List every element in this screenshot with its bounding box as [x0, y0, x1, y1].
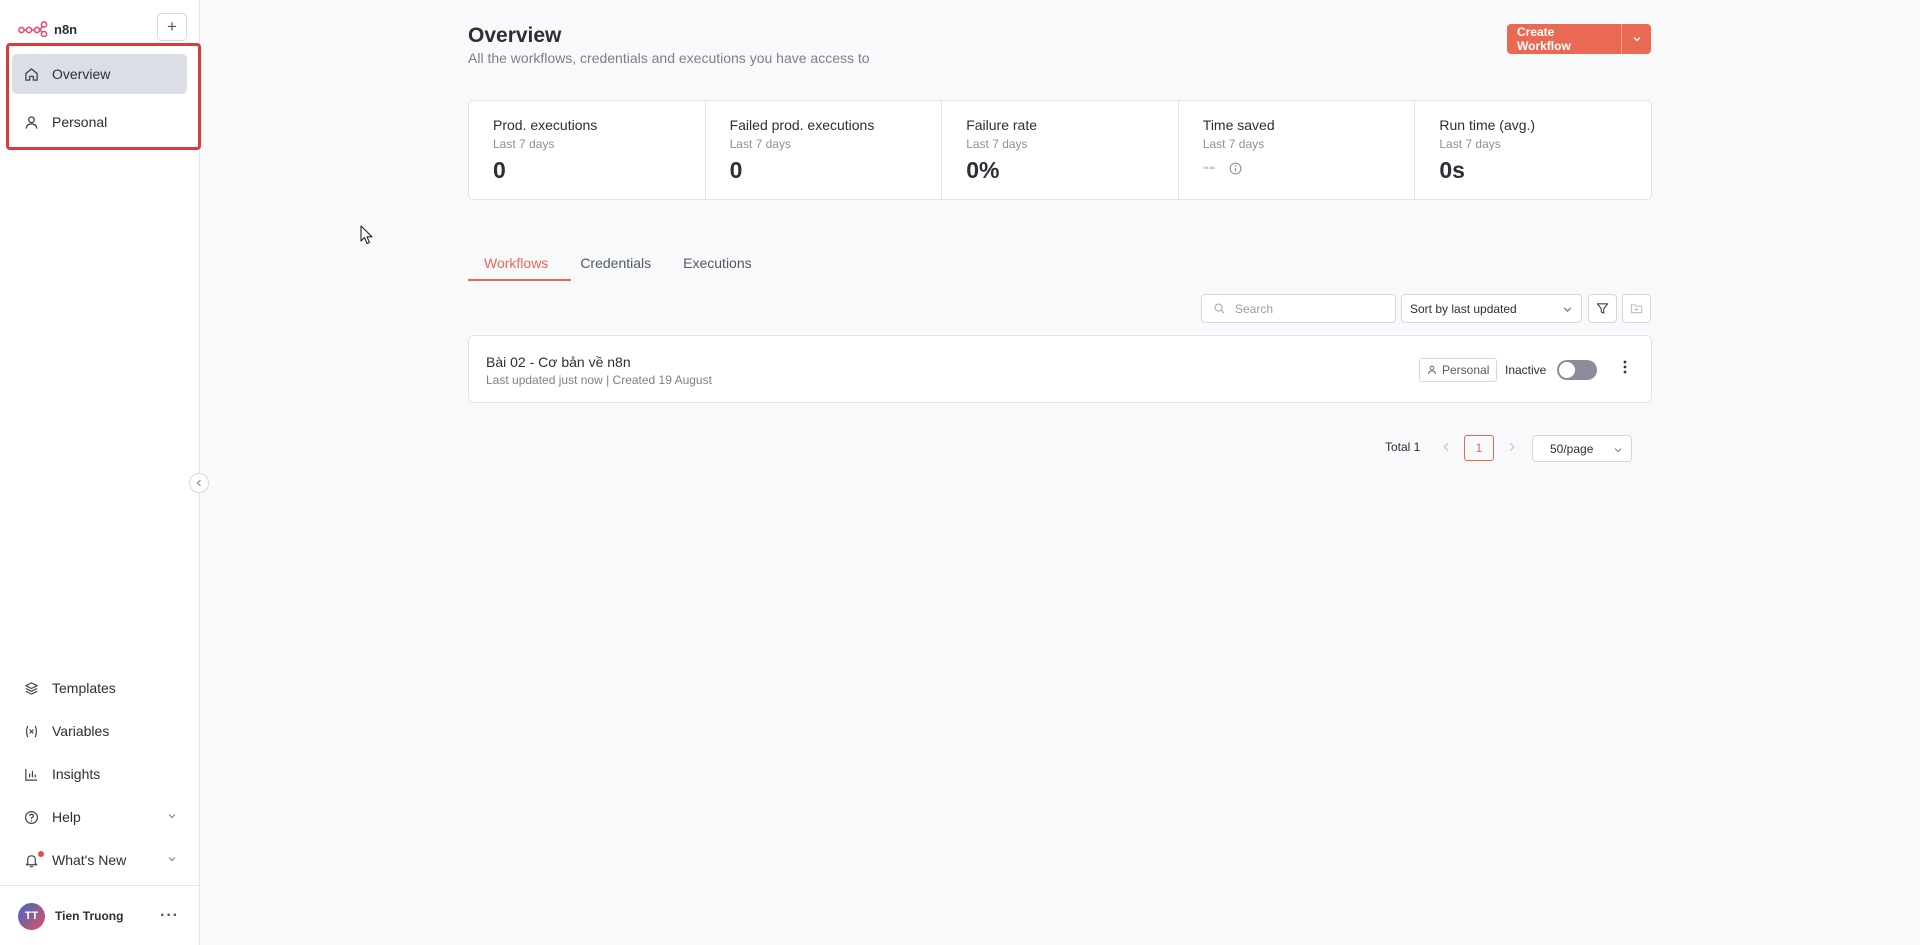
- collapse-sidebar-button[interactable]: [189, 473, 209, 493]
- filter-icon: [1596, 303, 1609, 314]
- stat-period: Last 7 days: [1439, 137, 1501, 151]
- user-menu[interactable]: TT Tien Truong: [18, 902, 123, 930]
- n8n-logo-icon: [18, 21, 48, 37]
- workflow-card[interactable]: Bài 02 - Cơ bản về n8n Last updated just…: [468, 335, 1652, 403]
- chevron-down-icon: [168, 857, 176, 862]
- create-options-dropdown[interactable]: [1621, 24, 1651, 54]
- stat-period: Last 7 days: [966, 137, 1028, 151]
- user-more-button[interactable]: ···: [160, 907, 179, 925]
- sidebar-item-label: Help: [52, 809, 81, 825]
- search-input[interactable]: Search: [1201, 294, 1396, 323]
- create-folder-button[interactable]: [1622, 294, 1651, 323]
- more-vertical-icon[interactable]: [1622, 359, 1628, 375]
- sidebar-item-whats-new[interactable]: What's New: [12, 842, 187, 878]
- help-circle-icon: [24, 810, 39, 824]
- overview-tabs: Workflows Credentials Executions: [468, 255, 768, 281]
- chevron-down-icon: [1633, 37, 1640, 42]
- stat-period: Last 7 days: [493, 137, 555, 151]
- stat-label: Prod. executions: [493, 117, 598, 133]
- bell-icon: [25, 854, 38, 867]
- tab-credentials[interactable]: Credentials: [564, 255, 667, 281]
- page-size-select[interactable]: 50/page: [1532, 435, 1632, 462]
- stat-value: --: [1202, 157, 1216, 178]
- stat-time-saved[interactable]: Time saved Last 7 days --: [1179, 101, 1416, 199]
- workflow-meta: Last updated just now | Created 19 Augus…: [486, 373, 712, 387]
- stat-value: 0s: [1439, 157, 1465, 183]
- create-workflow-button-group: Create Workflow: [1507, 24, 1651, 54]
- sidebar-item-variables[interactable]: Variables: [12, 713, 187, 749]
- sidebar-item-label: Variables: [52, 723, 110, 739]
- chevron-left-icon[interactable]: [1440, 441, 1452, 453]
- stat-period: Last 7 days: [729, 137, 791, 151]
- page-size-value: 50/page: [1550, 441, 1594, 456]
- bar-chart-icon: [25, 768, 38, 781]
- owner-badge-label: Personal: [1442, 363, 1490, 377]
- page-title: Overview: [468, 24, 562, 47]
- stat-label: Time saved: [1202, 117, 1275, 133]
- toggle-knob: [1559, 362, 1575, 378]
- stat-label: Failure rate: [966, 117, 1037, 133]
- sidebar-footer-divider: [0, 885, 199, 886]
- page-subtitle: All the workflows, credentials and execu…: [468, 50, 870, 66]
- tab-executions[interactable]: Executions: [667, 255, 767, 281]
- info-icon[interactable]: [1229, 162, 1242, 175]
- home-icon: [25, 67, 38, 81]
- sidebar-item-label: Insights: [52, 766, 101, 782]
- folder-plus-icon: [1630, 304, 1643, 314]
- sort-value: Sort by last updated: [1410, 301, 1517, 316]
- stat-label: Failed prod. executions: [729, 117, 875, 133]
- stat-prod-executions[interactable]: Prod. executions Last 7 days 0: [469, 101, 706, 199]
- sidebar-item-templates[interactable]: Templates: [12, 670, 187, 706]
- tab-workflows[interactable]: Workflows: [468, 255, 564, 281]
- workflow-status-label: Inactive: [1505, 363, 1547, 377]
- variable-icon: [25, 725, 38, 737]
- search-placeholder: Search: [1235, 301, 1274, 316]
- sidebar-item-label: What's New: [52, 852, 127, 868]
- stat-value: 0%: [966, 157, 1000, 183]
- stat-failed-prod-executions[interactable]: Failed prod. executions Last 7 days 0: [706, 101, 943, 199]
- stat-value: 0: [729, 157, 743, 183]
- chevron-down-icon: [1563, 307, 1572, 313]
- chevron-left-icon: [196, 479, 201, 487]
- stat-value-row: --: [1203, 157, 1415, 179]
- add-button[interactable]: +: [157, 13, 187, 41]
- active-tab-indicator: [468, 279, 571, 281]
- chevron-down-icon: [168, 814, 176, 819]
- notification-dot: [38, 851, 44, 857]
- app-brand-name: n8n: [54, 21, 78, 37]
- chevron-down-icon: [1614, 448, 1622, 453]
- avatar: TT: [18, 902, 45, 930]
- sidebar-item-help[interactable]: Help: [12, 799, 187, 835]
- mouse-cursor-icon: [360, 225, 373, 245]
- sidebar-item-label: Personal: [52, 114, 108, 130]
- user-icon: [1428, 365, 1436, 375]
- stat-period: Last 7 days: [1202, 137, 1265, 151]
- sidebar-item-overview[interactable]: Overview: [12, 54, 187, 94]
- workflow-active-toggle[interactable]: [1557, 360, 1597, 380]
- user-icon: [25, 115, 38, 129]
- insights-summary: Prod. executions Last 7 days 0 Failed pr…: [468, 100, 1652, 200]
- stat-run-time-avg[interactable]: Run time (avg.) Last 7 days 0s: [1415, 101, 1651, 199]
- filter-button[interactable]: [1588, 294, 1617, 323]
- search-icon: [1214, 303, 1225, 314]
- user-name: Tien Truong: [55, 909, 124, 923]
- stat-label: Run time (avg.): [1439, 117, 1536, 133]
- sidebar-item-insights[interactable]: Insights: [12, 756, 187, 792]
- owner-badge[interactable]: Personal: [1419, 358, 1498, 382]
- sort-select[interactable]: Sort by last updated: [1401, 294, 1582, 323]
- sidebar: n8n + Overview Personal Templates Variab…: [0, 0, 209, 945]
- plus-icon: +: [167, 17, 177, 36]
- sidebar-item-personal[interactable]: Personal: [12, 102, 187, 142]
- pagination-page-1[interactable]: 1: [1464, 435, 1494, 461]
- layers-icon: [25, 681, 38, 695]
- workflow-name[interactable]: Bài 02 - Cơ bản về n8n: [486, 354, 631, 370]
- sidebar-item-label: Templates: [52, 680, 116, 696]
- create-workflow-button[interactable]: Create Workflow: [1507, 24, 1621, 54]
- chevron-right-icon[interactable]: [1506, 441, 1518, 453]
- pagination-total: Total 1: [1385, 440, 1421, 454]
- stat-value: 0: [493, 157, 506, 183]
- app-logo[interactable]: n8n: [18, 18, 77, 40]
- stat-failure-rate[interactable]: Failure rate Last 7 days 0%: [942, 101, 1179, 199]
- sidebar-item-label: Overview: [52, 66, 111, 82]
